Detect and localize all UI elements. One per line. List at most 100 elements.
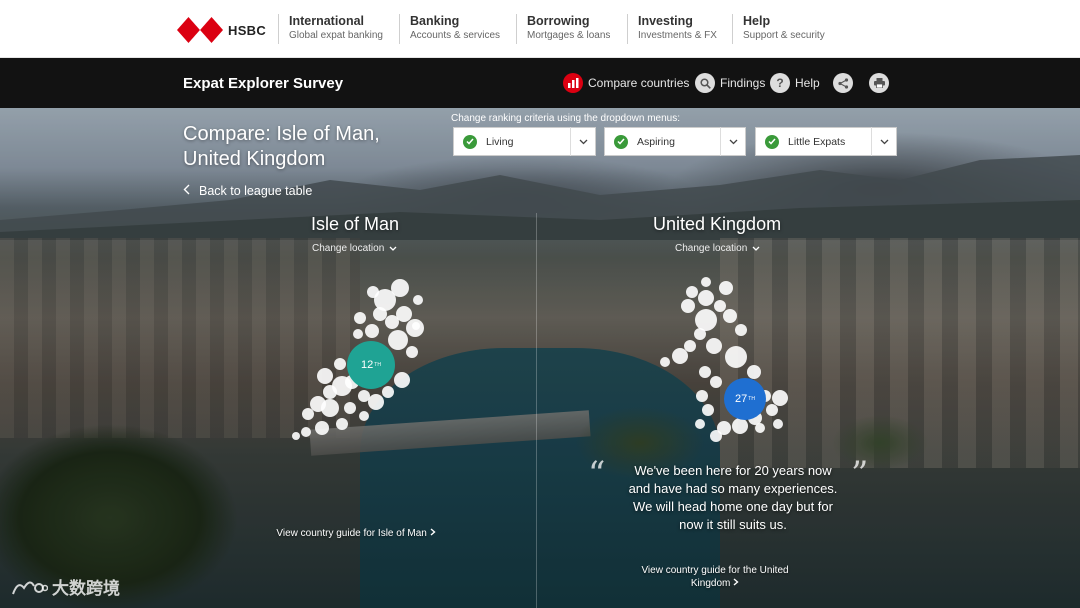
- check-icon: [765, 134, 779, 149]
- ranking-bubble: [302, 408, 314, 420]
- survey-toolbar: Expat Explorer Survey Compare countries …: [0, 58, 1080, 108]
- ranking-bubble: [367, 286, 379, 298]
- chevron-down-icon: [752, 243, 760, 254]
- ranking-bubble: [766, 404, 778, 416]
- ranking-bubble: [732, 418, 748, 434]
- ranking-bubble: [660, 357, 670, 367]
- expat-quote: We've been here for 20 years now and hav…: [628, 463, 838, 532]
- nav-title: International: [289, 14, 365, 28]
- rank-number: 27: [735, 393, 748, 405]
- ranking-bubble: [706, 338, 722, 354]
- ranking-bubble: [334, 358, 346, 370]
- location-name-left: Isle of Man: [311, 214, 400, 234]
- nav-item-banking[interactable]: Banking Accounts & services: [410, 14, 500, 41]
- ranking-bubble: [315, 421, 329, 435]
- nav-subtitle: Accounts & services: [410, 30, 501, 41]
- nav-title: Investing: [638, 14, 693, 28]
- print-button[interactable]: [869, 73, 889, 93]
- ranking-bubble: [701, 277, 711, 287]
- compare-countries-label: Compare countries: [588, 76, 690, 90]
- compare-title: Compare: Isle of Man, United Kingdom: [183, 123, 380, 170]
- nav-title: Borrowing: [527, 14, 590, 28]
- ranking-bubble: [672, 348, 688, 364]
- chevron-down-icon: [872, 139, 896, 145]
- hsbc-logo[interactable]: HSBC: [177, 17, 266, 43]
- dropdown-value: Little Expats: [788, 135, 846, 148]
- change-location-label: Change location: [312, 243, 385, 254]
- rank-badge-left[interactable]: 12 TH: [347, 341, 395, 389]
- nav-divider: [399, 14, 400, 44]
- nav-title: Banking: [410, 14, 460, 28]
- compare-countries-button[interactable]: Compare countries: [563, 73, 689, 93]
- ranking-bubble: [323, 385, 337, 399]
- ranking-bubble: [413, 295, 423, 305]
- change-location-right[interactable]: Change location: [675, 243, 760, 254]
- change-location-left[interactable]: Change location: [312, 243, 397, 254]
- brand-name: HSBC: [228, 22, 267, 38]
- nav-subtitle: Support & security: [743, 30, 825, 41]
- ranking-bubble: [747, 365, 761, 379]
- ranking-bubble: [406, 346, 418, 358]
- ranking-bubble: [694, 328, 706, 340]
- ranking-bubble: [336, 418, 348, 430]
- bar-chart-icon: [563, 73, 583, 93]
- ranking-bubble: [321, 399, 339, 417]
- ranking-bubble: [301, 427, 311, 437]
- ranking-bubble: [412, 322, 420, 330]
- check-icon: [463, 134, 477, 149]
- search-icon: [695, 73, 715, 93]
- ranking-bubble: [725, 346, 747, 368]
- nav-subtitle: Mortgages & loans: [527, 30, 611, 41]
- ranking-bubble: [710, 430, 722, 442]
- nav-item-international[interactable]: International Global expat banking: [289, 14, 383, 41]
- chevron-down-icon: [571, 139, 595, 145]
- ranking-bubble: [681, 299, 695, 313]
- criteria-dropdown-little-expats[interactable]: Little Expats: [755, 127, 897, 156]
- ranking-bubble: [719, 281, 733, 295]
- dropdown-value: Living: [486, 135, 514, 148]
- nav-item-borrowing[interactable]: Borrowing Mortgages & loans: [527, 14, 610, 41]
- findings-label: Findings: [720, 76, 766, 90]
- rank-number: 12: [361, 359, 374, 371]
- watermark-text: 大数跨境: [52, 579, 120, 598]
- criteria-instruction: Change ranking criteria using the dropdo…: [451, 113, 681, 124]
- chevron-down-icon: [389, 243, 397, 254]
- ranking-bubble: [382, 386, 394, 398]
- ranking-bubble: [773, 419, 783, 429]
- share-button[interactable]: [833, 73, 853, 93]
- location-name-right: United Kingdom: [653, 214, 782, 234]
- share-icon: [833, 73, 853, 93]
- nav-item-investing[interactable]: Investing Investments & FX: [638, 14, 717, 41]
- ranking-bubble: [755, 423, 765, 433]
- rank-badge-right[interactable]: 27 TH: [724, 378, 766, 420]
- ranking-bubble: [385, 315, 399, 329]
- criteria-dropdown-living[interactable]: Living: [453, 127, 596, 156]
- findings-button[interactable]: Findings: [695, 73, 765, 93]
- nav-item-help[interactable]: Help Support & security: [743, 14, 825, 41]
- ranking-bubble: [358, 390, 370, 402]
- ranking-bubble: [723, 309, 737, 323]
- chevron-left-icon: [183, 184, 190, 198]
- chevron-right-icon: [733, 578, 739, 589]
- ranking-bubble: [696, 390, 708, 402]
- photo-overlay: [0, 108, 1080, 608]
- country-guide-link-left[interactable]: View country guide for Isle of Man: [276, 527, 436, 540]
- criteria-dropdown-aspiring[interactable]: Aspiring: [604, 127, 746, 156]
- top-navigation: HSBC International Global expat banking …: [0, 0, 1080, 58]
- close-quote-icon: ”: [851, 454, 869, 494]
- back-link-label: Back to league table: [199, 184, 313, 198]
- ranking-bubble: [695, 419, 705, 429]
- ranking-bubble: [373, 307, 387, 321]
- ranking-bubble: [388, 330, 408, 350]
- dropdown-value: Aspiring: [637, 135, 675, 148]
- ranking-bubble: [292, 432, 300, 440]
- check-icon: [614, 134, 628, 149]
- help-button[interactable]: ? Help: [770, 73, 820, 93]
- change-location-label: Change location: [675, 243, 748, 254]
- question-icon: ?: [770, 73, 790, 93]
- country-guide-link-right[interactable]: View country guide for the United Kingdo…: [640, 564, 790, 590]
- back-to-league-table-link[interactable]: Back to league table: [183, 184, 312, 198]
- nav-subtitle: Investments & FX: [638, 30, 717, 41]
- country-guide-label: View country guide for the United Kingdo…: [641, 565, 789, 589]
- nav-divider: [278, 14, 279, 44]
